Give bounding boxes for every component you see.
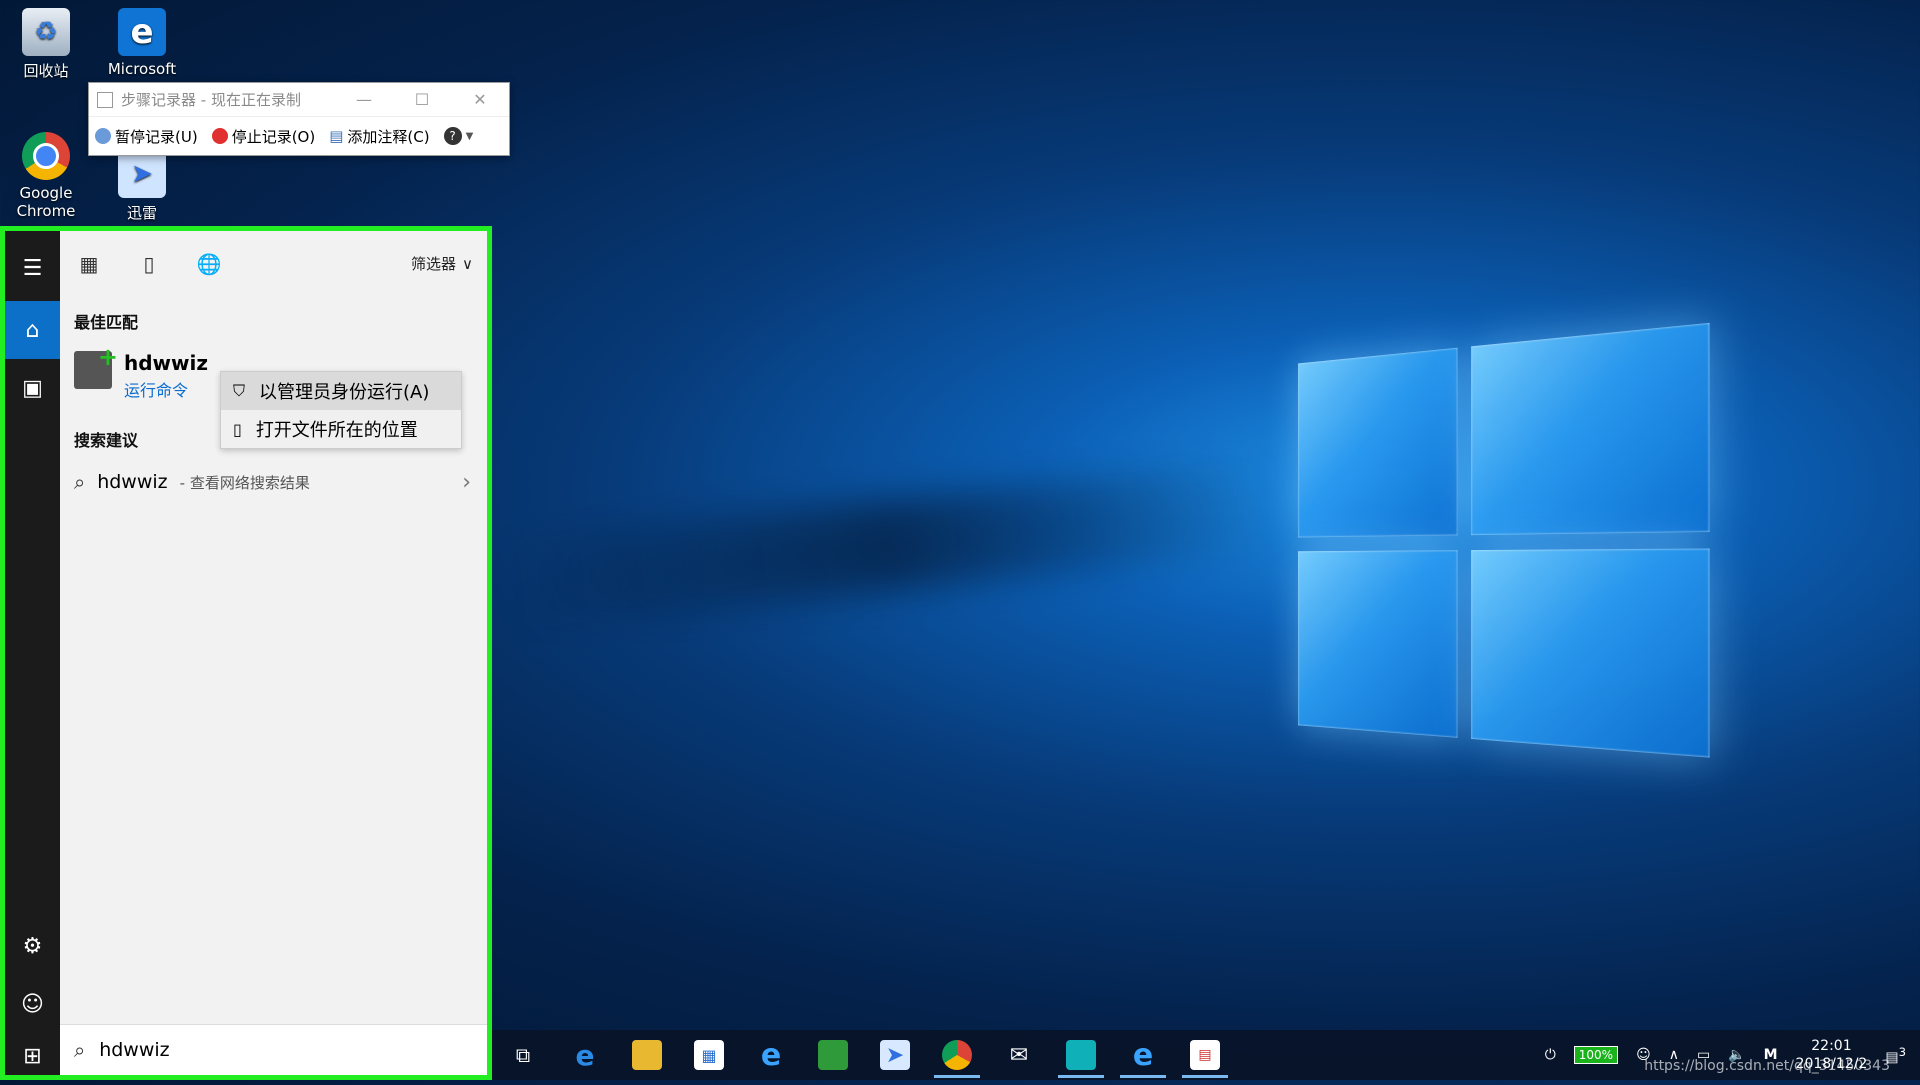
file-location-icon: ▯	[233, 419, 242, 439]
documents-scope-icon[interactable]: ▯	[136, 252, 162, 276]
notebook-icon[interactable]: ▣	[5, 359, 60, 417]
best-match-subtitle: 运行命令	[124, 381, 189, 400]
taskbar-chrome-icon[interactable]	[926, 1030, 988, 1080]
filter-dropdown[interactable]: 筛选器 ∨	[411, 253, 473, 274]
help-button[interactable]: ? ▼	[443, 127, 474, 145]
web-suggestion-item[interactable]: ⌕ hdwwiz - 查看网络搜索结果 ›	[74, 467, 471, 497]
best-match-header: 最佳匹配	[74, 313, 139, 332]
start-rail: ☰ ⌂ ▣ ⚙ ☺ ⊞	[5, 231, 60, 1075]
best-match-item[interactable]: + hdwwiz 运行命令	[74, 343, 209, 401]
taskbar-xunlei-icon[interactable]: ➤	[864, 1030, 926, 1080]
search-icon: ⌕	[74, 1038, 86, 1062]
steps-recorder-window[interactable]: 步骤记录器 - 现在正在录制 — ☐ ✕ 暂停记录(U) 停止记录(O) ▤ 添…	[88, 82, 510, 156]
search-input[interactable]: ⌕ hdwwiz	[60, 1024, 487, 1075]
edge-icon: e	[118, 8, 166, 56]
open-file-location-menu-item[interactable]: ▯ 打开文件所在的位置	[221, 410, 461, 448]
search-scope-bar: ▦ ▯ 🌐 筛选器 ∨	[60, 231, 487, 296]
recorder-app-icon	[97, 91, 113, 108]
add-comment-button[interactable]: ▤ 添加注释(C)	[329, 126, 429, 147]
desktop-icon-recycle-bin[interactable]: ♻ 回收站	[6, 8, 86, 81]
teal-app-icon[interactable]	[1050, 1030, 1112, 1080]
home-icon[interactable]: ⌂	[5, 301, 60, 359]
file-explorer-icon[interactable]	[616, 1030, 678, 1080]
shield-icon: ⛉	[233, 381, 246, 400]
suggestions-header: 搜索建议	[74, 431, 139, 450]
pause-record-button[interactable]: 暂停记录(U)	[95, 126, 198, 147]
close-button[interactable]: ✕	[451, 90, 509, 109]
watermark-text: https://blog.csdn.net/qq_31450343	[1644, 1058, 1890, 1074]
hdwwiz-app-icon: +	[74, 343, 118, 389]
xunlei-icon: ➤	[118, 150, 166, 198]
wallpaper-shadow	[487, 458, 1293, 632]
ie-icon[interactable]: e	[740, 1030, 802, 1080]
task-view-icon[interactable]: ⧉	[492, 1030, 554, 1080]
stop-icon	[211, 128, 228, 144]
hamburger-menu-icon[interactable]: ☰	[5, 239, 60, 297]
context-menu: ⛉ 以管理员身份运行(A) ▯ 打开文件所在的位置	[220, 371, 462, 449]
recorder-toolbar: 暂停记录(U) 停止记录(O) ▤ 添加注释(C) ? ▼	[89, 117, 509, 155]
steps-recorder-task-icon[interactable]: ▤	[1174, 1030, 1236, 1080]
search-results: ▦ ▯ 🌐 筛选器 ∨ 最佳匹配 + hdwwiz 运行命令 搜索建议 ⌕ hd…	[60, 231, 487, 1075]
windows-wallpaper-logo	[1298, 322, 1710, 807]
settings-gear-icon[interactable]: ⚙	[5, 917, 60, 975]
taskbar: ⧉ e ▦ e ➤ ✉ e ▤ ⏻ 100% ☺ ∧ ▭ 🔈 M 22:01 2…	[492, 1030, 1920, 1080]
minimize-button[interactable]: —	[335, 90, 393, 109]
chevron-right-icon: ›	[462, 469, 471, 495]
stop-record-button[interactable]: 停止记录(O)	[211, 126, 315, 147]
desktop-icon-xunlei[interactable]: ➤ 迅雷	[102, 150, 182, 223]
taskbar-edge-icon[interactable]: e	[554, 1030, 616, 1080]
ie-running-icon[interactable]: e	[1112, 1030, 1174, 1080]
chevron-down-icon: ∨	[462, 254, 473, 273]
maximize-button[interactable]: ☐	[393, 90, 451, 109]
desktop-icon-edge[interactable]: e Microsoft	[102, 8, 182, 78]
apps-scope-icon[interactable]: ▦	[76, 252, 102, 276]
comment-icon: ▤	[329, 127, 344, 145]
search-icon: ⌕	[74, 470, 86, 494]
power-icon[interactable]: ⏻	[1545, 1047, 1556, 1063]
best-match-name: hdwwiz	[124, 351, 209, 375]
recycle-bin-icon: ♻	[22, 8, 70, 56]
start-search-panel: ☰ ⌂ ▣ ⚙ ☺ ⊞ ▦ ▯ 🌐 筛选器 ∨ 最佳匹配 + hdwwiz 运行…	[0, 226, 492, 1080]
windows-start-icon[interactable]: ⊞	[5, 1027, 60, 1085]
run-as-admin-menu-item[interactable]: ⛉ 以管理员身份运行(A)	[221, 372, 461, 410]
dropdown-arrow-icon: ▼	[465, 130, 474, 142]
mail-icon[interactable]: ✉	[988, 1030, 1050, 1080]
pause-icon	[95, 128, 111, 144]
battery-indicator[interactable]: 100%	[1573, 1046, 1619, 1064]
chrome-icon	[22, 132, 70, 180]
search-value: hdwwiz	[99, 1039, 170, 1061]
help-icon: ?	[443, 127, 462, 145]
store-icon[interactable]: ▦	[678, 1030, 740, 1080]
web-scope-icon[interactable]: 🌐	[196, 252, 222, 276]
recorder-title: 步骤记录器 - 现在正在录制	[121, 91, 301, 109]
recorder-titlebar[interactable]: 步骤记录器 - 现在正在录制 — ☐ ✕	[89, 83, 509, 117]
green-app-icon[interactable]	[802, 1030, 864, 1080]
desktop-icon-chrome[interactable]: Google Chrome	[6, 132, 86, 220]
feedback-icon[interactable]: ☺	[5, 975, 60, 1033]
